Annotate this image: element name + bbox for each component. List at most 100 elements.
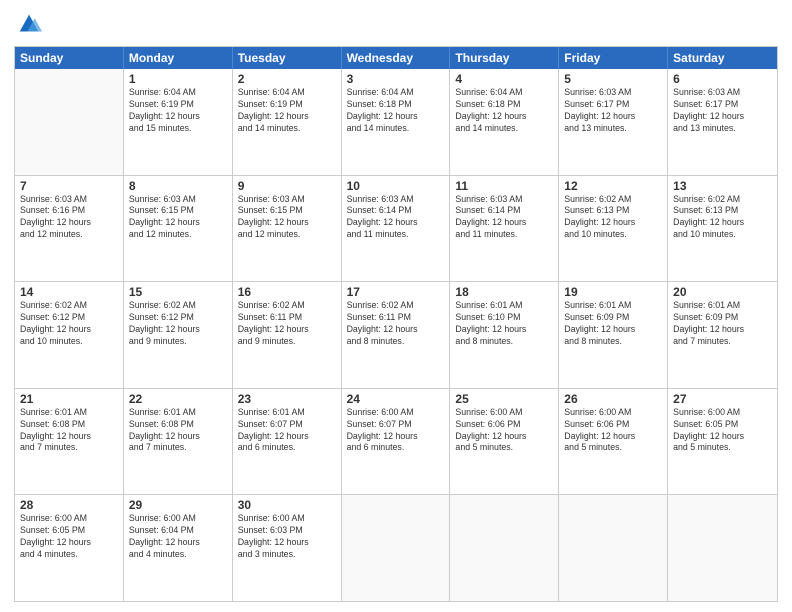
calendar-cell-r0c3: 3Sunrise: 6:04 AM Sunset: 6:18 PM Daylig… — [342, 69, 451, 175]
calendar-row-2: 14Sunrise: 6:02 AM Sunset: 6:12 PM Dayli… — [15, 281, 777, 388]
calendar-cell-r2c5: 19Sunrise: 6:01 AM Sunset: 6:09 PM Dayli… — [559, 282, 668, 388]
cell-info-text: Sunrise: 6:03 AM Sunset: 6:15 PM Dayligh… — [238, 194, 336, 242]
calendar-row-0: 1Sunrise: 6:04 AM Sunset: 6:19 PM Daylig… — [15, 69, 777, 175]
calendar-cell-r0c2: 2Sunrise: 6:04 AM Sunset: 6:19 PM Daylig… — [233, 69, 342, 175]
cell-info-text: Sunrise: 6:00 AM Sunset: 6:05 PM Dayligh… — [673, 407, 772, 455]
cell-day-number: 15 — [129, 285, 227, 299]
cell-info-text: Sunrise: 6:01 AM Sunset: 6:08 PM Dayligh… — [129, 407, 227, 455]
calendar-cell-r0c1: 1Sunrise: 6:04 AM Sunset: 6:19 PM Daylig… — [124, 69, 233, 175]
logo-icon — [16, 10, 44, 38]
cell-info-text: Sunrise: 6:03 AM Sunset: 6:17 PM Dayligh… — [564, 87, 662, 135]
cell-info-text: Sunrise: 6:04 AM Sunset: 6:19 PM Dayligh… — [238, 87, 336, 135]
calendar-cell-r2c0: 14Sunrise: 6:02 AM Sunset: 6:12 PM Dayli… — [15, 282, 124, 388]
cell-info-text: Sunrise: 6:00 AM Sunset: 6:06 PM Dayligh… — [455, 407, 553, 455]
cell-day-number: 19 — [564, 285, 662, 299]
cell-info-text: Sunrise: 6:01 AM Sunset: 6:09 PM Dayligh… — [564, 300, 662, 348]
cell-day-number: 13 — [673, 179, 772, 193]
cell-info-text: Sunrise: 6:03 AM Sunset: 6:14 PM Dayligh… — [455, 194, 553, 242]
calendar: SundayMondayTuesdayWednesdayThursdayFrid… — [14, 46, 778, 602]
calendar-row-1: 7Sunrise: 6:03 AM Sunset: 6:16 PM Daylig… — [15, 175, 777, 282]
calendar-header-friday: Friday — [559, 47, 668, 69]
calendar-cell-r4c4 — [450, 495, 559, 601]
calendar-cell-r1c2: 9Sunrise: 6:03 AM Sunset: 6:15 PM Daylig… — [233, 176, 342, 282]
cell-day-number: 10 — [347, 179, 445, 193]
cell-info-text: Sunrise: 6:03 AM Sunset: 6:17 PM Dayligh… — [673, 87, 772, 135]
cell-day-number: 11 — [455, 179, 553, 193]
cell-info-text: Sunrise: 6:03 AM Sunset: 6:16 PM Dayligh… — [20, 194, 118, 242]
calendar-cell-r1c4: 11Sunrise: 6:03 AM Sunset: 6:14 PM Dayli… — [450, 176, 559, 282]
calendar-cell-r4c3 — [342, 495, 451, 601]
logo — [14, 10, 44, 38]
calendar-cell-r1c3: 10Sunrise: 6:03 AM Sunset: 6:14 PM Dayli… — [342, 176, 451, 282]
calendar-cell-r2c3: 17Sunrise: 6:02 AM Sunset: 6:11 PM Dayli… — [342, 282, 451, 388]
cell-day-number: 4 — [455, 72, 553, 86]
calendar-cell-r1c0: 7Sunrise: 6:03 AM Sunset: 6:16 PM Daylig… — [15, 176, 124, 282]
calendar-cell-r4c6 — [668, 495, 777, 601]
cell-info-text: Sunrise: 6:01 AM Sunset: 6:08 PM Dayligh… — [20, 407, 118, 455]
cell-day-number: 5 — [564, 72, 662, 86]
calendar-cell-r3c3: 24Sunrise: 6:00 AM Sunset: 6:07 PM Dayli… — [342, 389, 451, 495]
calendar-cell-r0c4: 4Sunrise: 6:04 AM Sunset: 6:18 PM Daylig… — [450, 69, 559, 175]
calendar-cell-r3c4: 25Sunrise: 6:00 AM Sunset: 6:06 PM Dayli… — [450, 389, 559, 495]
calendar-cell-r1c6: 13Sunrise: 6:02 AM Sunset: 6:13 PM Dayli… — [668, 176, 777, 282]
calendar-header-saturday: Saturday — [668, 47, 777, 69]
calendar-header: SundayMondayTuesdayWednesdayThursdayFrid… — [15, 47, 777, 69]
cell-info-text: Sunrise: 6:02 AM Sunset: 6:13 PM Dayligh… — [564, 194, 662, 242]
calendar-cell-r4c5 — [559, 495, 668, 601]
calendar-cell-r2c4: 18Sunrise: 6:01 AM Sunset: 6:10 PM Dayli… — [450, 282, 559, 388]
cell-day-number: 8 — [129, 179, 227, 193]
cell-day-number: 7 — [20, 179, 118, 193]
cell-day-number: 23 — [238, 392, 336, 406]
calendar-cell-r2c2: 16Sunrise: 6:02 AM Sunset: 6:11 PM Dayli… — [233, 282, 342, 388]
calendar-body: 1Sunrise: 6:04 AM Sunset: 6:19 PM Daylig… — [15, 69, 777, 601]
cell-day-number: 14 — [20, 285, 118, 299]
cell-info-text: Sunrise: 6:00 AM Sunset: 6:04 PM Dayligh… — [129, 513, 227, 561]
cell-info-text: Sunrise: 6:04 AM Sunset: 6:19 PM Dayligh… — [129, 87, 227, 135]
cell-day-number: 30 — [238, 498, 336, 512]
cell-info-text: Sunrise: 6:02 AM Sunset: 6:11 PM Dayligh… — [347, 300, 445, 348]
cell-info-text: Sunrise: 6:04 AM Sunset: 6:18 PM Dayligh… — [455, 87, 553, 135]
cell-info-text: Sunrise: 6:00 AM Sunset: 6:03 PM Dayligh… — [238, 513, 336, 561]
calendar-cell-r1c1: 8Sunrise: 6:03 AM Sunset: 6:15 PM Daylig… — [124, 176, 233, 282]
cell-day-number: 22 — [129, 392, 227, 406]
calendar-cell-r0c0 — [15, 69, 124, 175]
calendar-cell-r3c0: 21Sunrise: 6:01 AM Sunset: 6:08 PM Dayli… — [15, 389, 124, 495]
calendar-row-3: 21Sunrise: 6:01 AM Sunset: 6:08 PM Dayli… — [15, 388, 777, 495]
cell-day-number: 20 — [673, 285, 772, 299]
cell-day-number: 18 — [455, 285, 553, 299]
calendar-cell-r3c1: 22Sunrise: 6:01 AM Sunset: 6:08 PM Dayli… — [124, 389, 233, 495]
cell-info-text: Sunrise: 6:00 AM Sunset: 6:05 PM Dayligh… — [20, 513, 118, 561]
calendar-cell-r3c6: 27Sunrise: 6:00 AM Sunset: 6:05 PM Dayli… — [668, 389, 777, 495]
cell-info-text: Sunrise: 6:02 AM Sunset: 6:12 PM Dayligh… — [129, 300, 227, 348]
cell-info-text: Sunrise: 6:02 AM Sunset: 6:12 PM Dayligh… — [20, 300, 118, 348]
calendar-cell-r3c5: 26Sunrise: 6:00 AM Sunset: 6:06 PM Dayli… — [559, 389, 668, 495]
cell-day-number: 12 — [564, 179, 662, 193]
calendar-header-thursday: Thursday — [450, 47, 559, 69]
cell-day-number: 3 — [347, 72, 445, 86]
cell-info-text: Sunrise: 6:01 AM Sunset: 6:10 PM Dayligh… — [455, 300, 553, 348]
page: SundayMondayTuesdayWednesdayThursdayFrid… — [0, 0, 792, 612]
calendar-cell-r4c1: 29Sunrise: 6:00 AM Sunset: 6:04 PM Dayli… — [124, 495, 233, 601]
calendar-cell-r2c6: 20Sunrise: 6:01 AM Sunset: 6:09 PM Dayli… — [668, 282, 777, 388]
cell-day-number: 25 — [455, 392, 553, 406]
cell-day-number: 16 — [238, 285, 336, 299]
cell-day-number: 26 — [564, 392, 662, 406]
cell-info-text: Sunrise: 6:01 AM Sunset: 6:07 PM Dayligh… — [238, 407, 336, 455]
cell-day-number: 9 — [238, 179, 336, 193]
calendar-cell-r0c5: 5Sunrise: 6:03 AM Sunset: 6:17 PM Daylig… — [559, 69, 668, 175]
calendar-cell-r1c5: 12Sunrise: 6:02 AM Sunset: 6:13 PM Dayli… — [559, 176, 668, 282]
cell-day-number: 17 — [347, 285, 445, 299]
calendar-row-4: 28Sunrise: 6:00 AM Sunset: 6:05 PM Dayli… — [15, 494, 777, 601]
cell-day-number: 27 — [673, 392, 772, 406]
cell-info-text: Sunrise: 6:00 AM Sunset: 6:06 PM Dayligh… — [564, 407, 662, 455]
cell-info-text: Sunrise: 6:02 AM Sunset: 6:13 PM Dayligh… — [673, 194, 772, 242]
calendar-cell-r3c2: 23Sunrise: 6:01 AM Sunset: 6:07 PM Dayli… — [233, 389, 342, 495]
cell-day-number: 2 — [238, 72, 336, 86]
cell-day-number: 24 — [347, 392, 445, 406]
calendar-cell-r2c1: 15Sunrise: 6:02 AM Sunset: 6:12 PM Dayli… — [124, 282, 233, 388]
calendar-header-wednesday: Wednesday — [342, 47, 451, 69]
cell-info-text: Sunrise: 6:03 AM Sunset: 6:15 PM Dayligh… — [129, 194, 227, 242]
cell-info-text: Sunrise: 6:01 AM Sunset: 6:09 PM Dayligh… — [673, 300, 772, 348]
calendar-header-monday: Monday — [124, 47, 233, 69]
calendar-header-tuesday: Tuesday — [233, 47, 342, 69]
